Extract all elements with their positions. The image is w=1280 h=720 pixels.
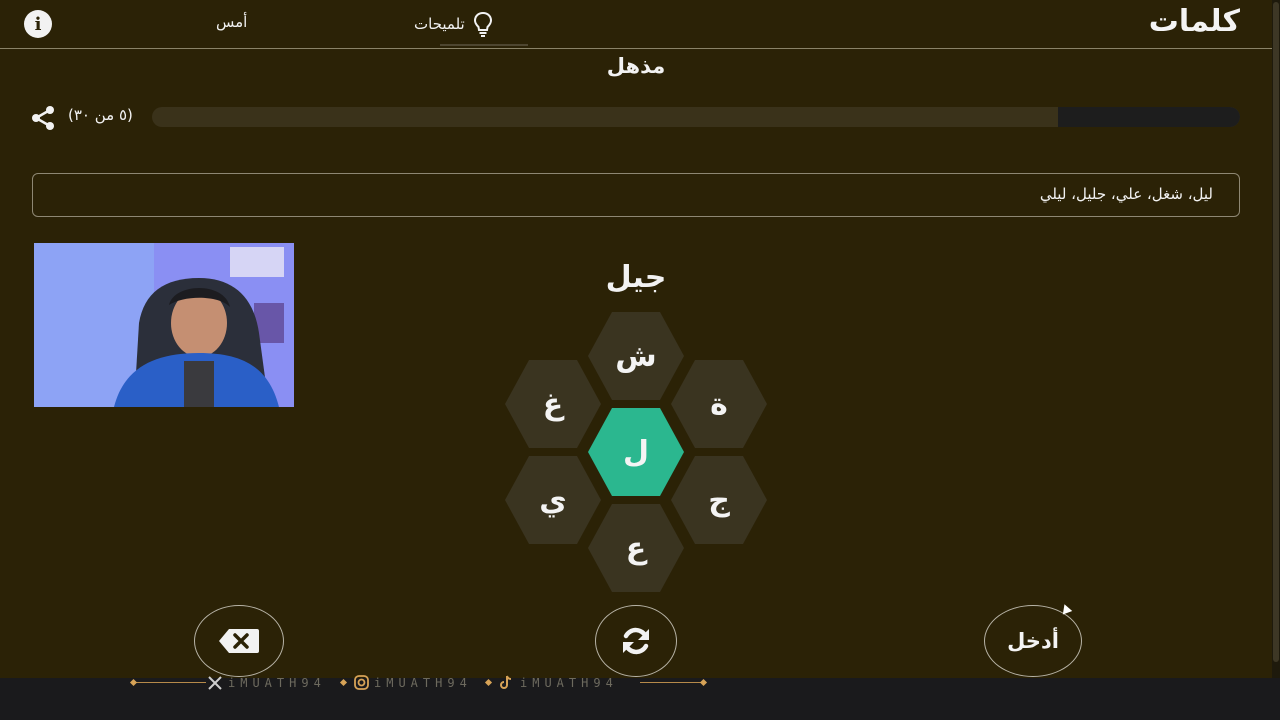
progress-bar <box>152 107 1240 127</box>
letter-hex-center[interactable]: ل <box>588 408 684 496</box>
mouse-cursor <box>1059 602 1073 615</box>
lightbulb-icon <box>473 11 492 37</box>
footer-line <box>136 682 206 683</box>
hints-label: تلميحات <box>414 15 465 33</box>
yesterday-label: أمس <box>216 13 248 31</box>
yesterday-button[interactable]: أمس <box>216 13 247 31</box>
footer-handle: iMUATH94 <box>374 676 472 690</box>
scrollbar[interactable] <box>1272 0 1280 678</box>
app-logo: كلمات <box>1148 4 1240 39</box>
top-bar: i أمس تلميحات كلمات <box>0 0 1272 49</box>
hints-button[interactable]: تلميحات <box>414 10 493 38</box>
delete-button[interactable] <box>194 605 284 677</box>
current-word: جيل <box>605 260 667 295</box>
footer-handle: iMUATH94 <box>520 676 618 690</box>
tiktok-icon <box>500 675 512 689</box>
rank-title: مذهل <box>606 54 666 78</box>
info-glyph: i <box>34 13 42 35</box>
enter-button[interactable]: أدخل <box>984 605 1082 677</box>
footer-line <box>640 682 702 683</box>
footer-handle: iMUATH94 <box>228 676 326 690</box>
progress-fill <box>1058 107 1240 127</box>
x-twitter-icon <box>208 676 222 690</box>
letter-hex-top[interactable]: ش <box>588 312 684 400</box>
stream-footer <box>0 678 1280 720</box>
letter-hex-top-left[interactable]: غ <box>505 360 601 448</box>
found-words-text: ليل، شغل، علي، جليل، ليلي <box>1039 185 1213 203</box>
letter-hex-bottom-right[interactable]: ج <box>671 456 767 544</box>
enter-label: أدخل <box>1007 629 1059 653</box>
scroll-thumb[interactable] <box>1273 2 1279 662</box>
letter-hex-top-right[interactable]: ة <box>671 360 767 448</box>
share-icon[interactable] <box>30 105 56 131</box>
letter-hex-bottom[interactable]: ع <box>588 504 684 592</box>
letter-hex-bottom-left[interactable]: ي <box>505 456 601 544</box>
instagram-icon <box>354 675 369 690</box>
shuffle-button[interactable] <box>595 605 677 677</box>
score-text: (٥ من ٣٠) <box>68 106 133 124</box>
hints-underline <box>440 44 528 46</box>
backspace-icon <box>219 629 259 653</box>
refresh-icon <box>623 627 649 655</box>
found-words-box[interactable]: ليل، شغل، علي، جليل، ليلي <box>32 173 1240 217</box>
info-icon[interactable]: i <box>24 10 52 38</box>
